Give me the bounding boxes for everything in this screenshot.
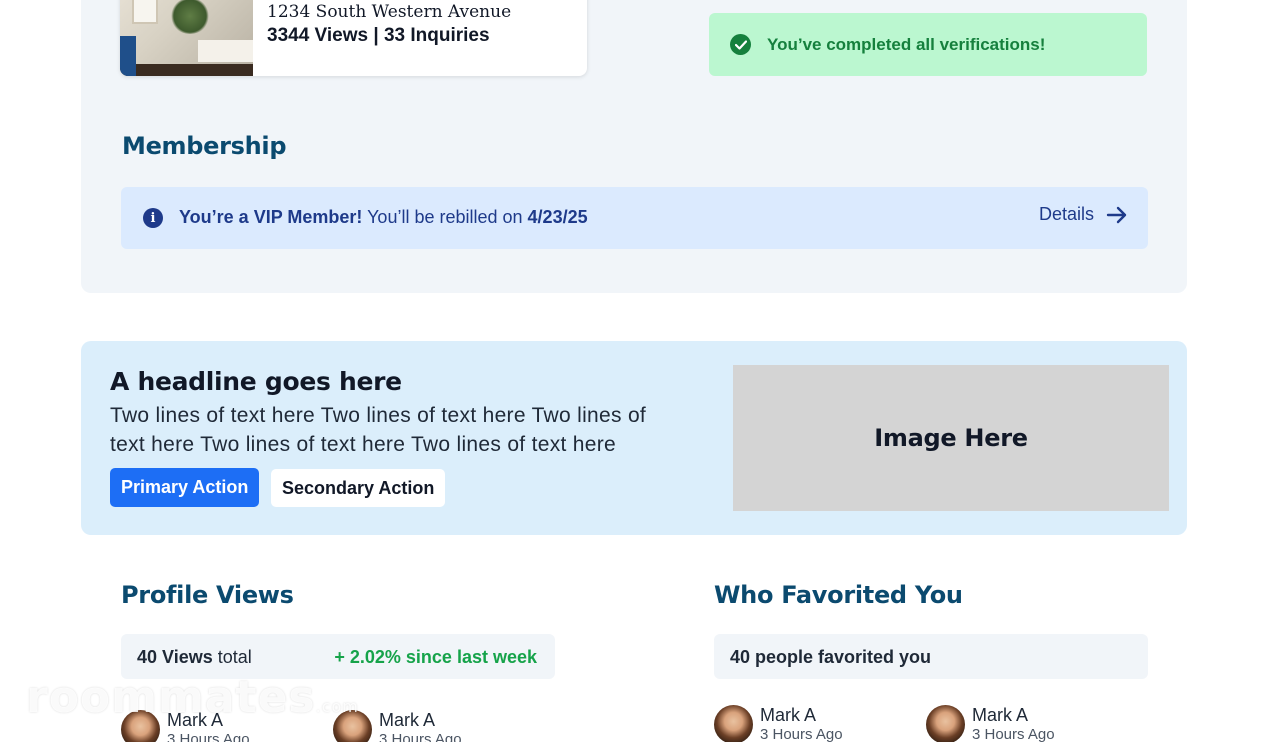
floor-shape: [120, 64, 253, 76]
table-shape: [198, 40, 253, 62]
membership-title: Membership: [122, 132, 287, 160]
viewer-time: 3 Hours Ago: [379, 731, 462, 742]
window-shape: [132, 0, 158, 24]
favorites-summary: 40 people favorited you: [714, 634, 1148, 679]
favoriter-name: Mark A: [760, 705, 817, 725]
viewer-time: 3 Hours Ago: [167, 731, 250, 742]
listing-photo: [120, 0, 253, 76]
vip-status: You’re a VIP Member!: [179, 207, 363, 227]
viewer-name: Mark A: [379, 710, 436, 730]
rebill-text: You’ll be rebilled on: [362, 207, 528, 227]
avatar: [714, 705, 753, 742]
arrow-right-icon: [1106, 206, 1127, 223]
avatar: [926, 705, 965, 742]
listing-address: 1234 South Western Avenue: [267, 2, 512, 22]
watermark-suffix: .com: [315, 697, 359, 716]
primary-action-button[interactable]: Primary Action: [110, 468, 260, 507]
dashboard-card: 1234 South Western Avenue 3344 Views | 3…: [81, 0, 1187, 293]
check-circle-icon: [730, 34, 751, 55]
brand-watermark: roommates.com: [26, 672, 359, 723]
favoriter-time: 3 Hours Ago: [760, 726, 843, 742]
promo-image-placeholder: Image Here: [733, 365, 1169, 511]
favorites-count: 40 people favorited you: [730, 647, 932, 667]
details-label: Details: [1038, 204, 1094, 224]
sofa-shape: [120, 36, 136, 76]
verification-banner: You’ve completed all verifications!: [709, 13, 1147, 76]
listing-card[interactable]: 1234 South Western Avenue 3344 Views | 3…: [120, 0, 587, 76]
views-count: 40 Views total: [137, 647, 252, 668]
favoriter-item[interactable]: Mark A 3 Hours Ago: [926, 705, 1055, 742]
rebill-date: 4/23/25: [527, 207, 588, 227]
favoriter-item[interactable]: Mark A 3 Hours Ago: [714, 705, 843, 742]
listing-stats: 3344 Views | 33 Inquiries: [267, 25, 490, 46]
details-link[interactable]: Details: [1039, 204, 1128, 225]
views-count-suffix: total: [212, 647, 252, 667]
profile-views-title: Profile Views: [121, 581, 294, 609]
favoriter-name: Mark A: [972, 705, 1029, 725]
promo-card: A headline goes here Two lines of text h…: [81, 341, 1187, 535]
verification-message: You’ve completed all verifications!: [767, 34, 1046, 54]
favorites-title: Who Favorited You: [714, 581, 963, 609]
secondary-action-button[interactable]: Secondary Action: [271, 469, 446, 507]
promo-body: Two lines of text here Two lines of text…: [110, 404, 647, 456]
watermark-text: roommates: [26, 672, 316, 723]
promo-headline: A headline goes here: [110, 367, 402, 396]
info-icon: i: [143, 208, 163, 228]
favoriter-time: 3 Hours Ago: [972, 726, 1055, 742]
views-count-bold: 40 Views: [137, 647, 213, 667]
vip-message: You’re a VIP Member! You’ll be rebilled …: [179, 207, 588, 228]
vip-banner: i You’re a VIP Member! You’ll be rebille…: [121, 187, 1148, 249]
plant-shape: [170, 0, 210, 34]
views-change: + 2.02% since last week: [334, 647, 537, 667]
